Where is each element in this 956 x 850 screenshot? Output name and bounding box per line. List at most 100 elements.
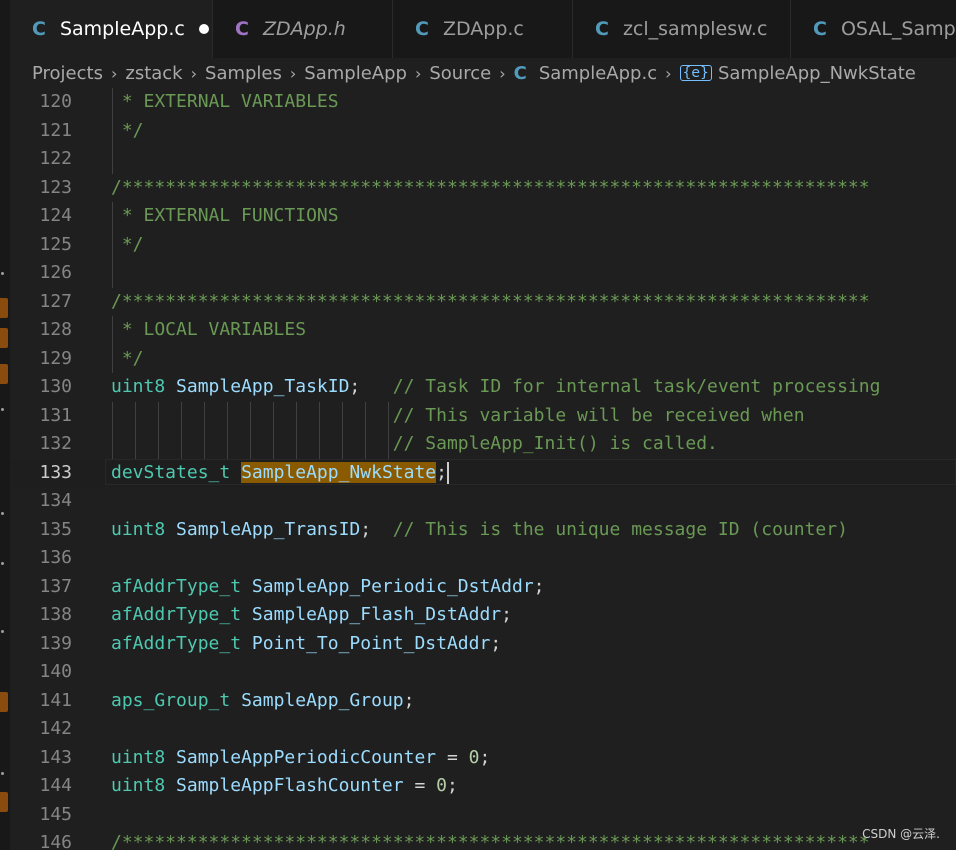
indent-guide (204, 401, 205, 459)
tab-sampleapp-c[interactable]: C SampleApp.c (10, 0, 213, 58)
code-token: Point_To_Point_DstAddr (251, 632, 491, 654)
indent-guide (181, 401, 182, 459)
code-line[interactable]: 121 */ (10, 117, 956, 146)
code-token: uint8 (111, 775, 166, 796)
breadcrumb-item[interactable]: Source (429, 63, 491, 84)
code-token: SampleApp_Flash_DstAddr (251, 604, 502, 625)
code-line[interactable]: 125 */ (10, 231, 956, 260)
code-token: * LOCAL VARIABLES (111, 319, 307, 340)
line-number: 130 (39, 376, 72, 397)
code-line[interactable]: 131 // This variable will be received wh… (10, 402, 956, 431)
code-line[interactable]: 141 aps_Group_t SampleApp_Group; (10, 687, 956, 716)
code-token: uint8 (111, 518, 166, 540)
code-token: ; (349, 376, 393, 397)
tab-zdapp-c[interactable]: C ZDApp.c (393, 0, 573, 58)
line-number: 135 (39, 518, 72, 540)
breadcrumb-symbol[interactable]: SampleApp_NwkState (718, 63, 916, 84)
code-line[interactable]: 137 afAddrType_t SampleApp_Periodic_DstAd… (10, 573, 956, 602)
breadcrumb: Projects › zstack › Samples › SampleApp … (10, 58, 956, 88)
code-line[interactable]: 133 devStates_t SampleApp_NwkState; (10, 458, 956, 488)
code-token: = (403, 775, 437, 796)
code-text: */ (111, 231, 144, 260)
code-line[interactable]: 146 /************************************… (10, 829, 956, 850)
code-line[interactable]: 135 uint8 SampleApp_TransID; // This is t… (10, 516, 956, 545)
code-token: afAddrType_t (111, 604, 242, 625)
code-token: aps_Group_t (111, 689, 231, 711)
line-number: 145 (39, 803, 72, 825)
line-number: 129 (39, 347, 72, 369)
code-line[interactable]: 134 (10, 487, 956, 516)
indent-guide (319, 401, 320, 459)
line-number: 126 (39, 262, 72, 283)
indent-guide (342, 401, 343, 459)
code-line[interactable]: 120 * EXTERNAL VARIABLES (10, 88, 956, 117)
code-text: /***************************************… (111, 288, 870, 317)
code-token: * EXTERNAL FUNCTIONS (111, 205, 339, 226)
code-line[interactable]: 124 * EXTERNAL FUNCTIONS (10, 202, 956, 231)
code-text: afAddrType_t SampleApp_Periodic_DstAddr; (111, 573, 545, 602)
line-number: 121 (39, 119, 72, 141)
chevron-right-icon: › (289, 63, 297, 83)
breadcrumb-item[interactable]: SampleApp (304, 63, 407, 84)
text-cursor (446, 461, 449, 484)
tab-osal-sampleapp-c[interactable]: C OSAL_SampleApp.c (791, 0, 956, 58)
breadcrumb-file[interactable]: SampleApp.c (539, 63, 657, 84)
code-token: ; (360, 518, 393, 540)
chevron-right-icon: › (665, 63, 672, 83)
tab-label: ZDApp.c (442, 18, 524, 40)
tab-zcl-samplesw-c[interactable]: C zcl_samplesw.c (573, 0, 791, 58)
code-text: afAddrType_t SampleApp_Flash_DstAddr; (111, 601, 512, 630)
code-token: SampleApp_Periodic_DstAddr (251, 575, 534, 597)
code-token: afAddrType_t (111, 575, 242, 597)
code-line[interactable]: 129 */ (10, 345, 956, 374)
line-number: 125 (39, 233, 72, 255)
line-number: 138 (39, 604, 72, 625)
code-line[interactable]: 143 uint8 SampleAppPeriodicCounter = 0; (10, 744, 956, 773)
indent-guide (296, 401, 297, 459)
breadcrumb-item[interactable]: Projects (32, 63, 103, 84)
code-line[interactable]: 130 uint8 SampleApp_TaskID; // Task ID fo… (10, 373, 956, 402)
indent-guide (135, 401, 136, 459)
line-number: 120 (39, 91, 72, 112)
code-text: devStates_t SampleApp_NwkState; (111, 459, 449, 488)
breadcrumb-item[interactable]: Samples (205, 63, 282, 84)
c-file-icon: C (513, 62, 527, 84)
code-token: = (436, 746, 469, 768)
code-token: // SampleApp_Init() is called. (392, 433, 718, 454)
code-line[interactable]: 142 (10, 715, 956, 744)
code-token: ; (436, 461, 447, 483)
code-editor[interactable]: 120 * EXTERNAL VARIABLES 121 */122 123/***… (10, 88, 956, 850)
chevron-right-icon: › (190, 63, 198, 83)
code-line[interactable]: 136 (10, 544, 956, 573)
tab-zdapp-h[interactable]: C ZDApp.h (213, 0, 393, 58)
indent-guide (112, 401, 113, 459)
h-file-icon: C (235, 18, 249, 40)
code-line[interactable]: 132 // SampleApp_Init() is called. (10, 430, 956, 459)
code-line[interactable]: 139 afAddrType_t Point_To_Point_DstAddr; (10, 630, 956, 659)
line-number: 132 (39, 433, 72, 454)
breadcrumb-item[interactable]: zstack (125, 63, 182, 84)
code-token: uint8 (111, 746, 166, 768)
line-number: 128 (39, 319, 72, 340)
code-line[interactable]: 145 (10, 801, 956, 830)
code-line[interactable]: 140 (10, 658, 956, 687)
code-text: * LOCAL VARIABLES (111, 316, 306, 345)
unsaved-dot-icon[interactable] (198, 24, 209, 34)
gutter-marker (1, 772, 4, 775)
line-number: 141 (39, 689, 72, 711)
activity-strip (0, 0, 10, 850)
code-line[interactable]: 144 uint8 SampleAppFlashCounter = 0; (10, 772, 956, 801)
code-line[interactable]: 128 * LOCAL VARIABLES (10, 316, 956, 345)
code-line[interactable]: 138 afAddrType_t SampleApp_Flash_DstAddr; (10, 601, 956, 630)
code-line[interactable]: 127 /************************************… (10, 288, 956, 317)
indent-guide (388, 401, 389, 459)
code-line[interactable]: 122 (10, 145, 956, 174)
code-line[interactable]: 123 /************************************… (10, 174, 956, 203)
code-line[interactable]: 126 (10, 259, 956, 288)
indent-guide (227, 401, 228, 459)
